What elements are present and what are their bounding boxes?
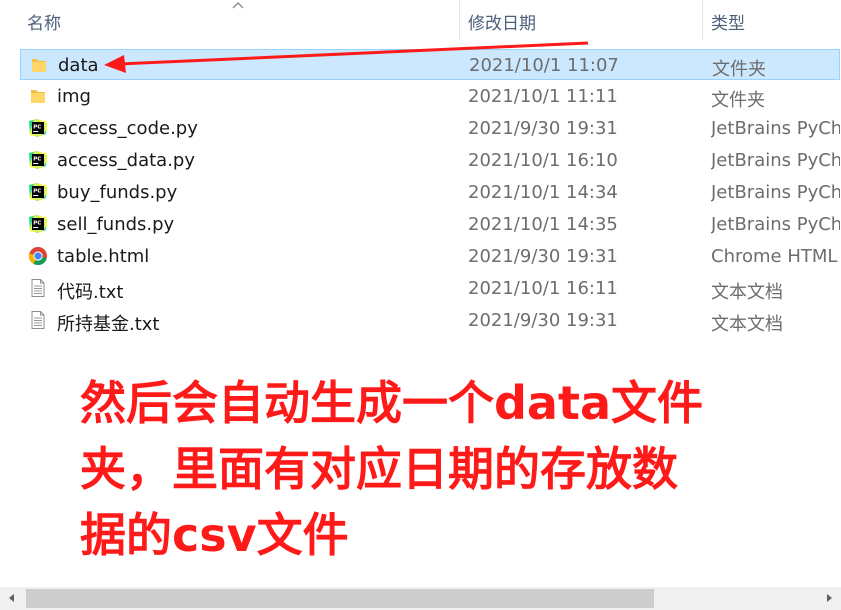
file-row[interactable]: table.html 2021/9/30 19:31 Chrome HTML xyxy=(20,241,840,272)
annotation-text: 然后会自动生成一个data文件 夹，里面有对应日期的存放数 据的csv文件 xyxy=(80,370,730,568)
column-header-name[interactable]: 名称 xyxy=(27,9,61,34)
file-modified-date: 2021/10/1 16:11 xyxy=(468,278,618,299)
file-type: 文本文档 xyxy=(711,314,783,335)
pycharm-icon: PC xyxy=(28,214,48,234)
file-name[interactable]: access_code.py xyxy=(57,118,198,139)
file-row[interactable]: PC access_data.py 2021/10/1 16:10 JetBrains… xyxy=(20,145,840,176)
scroll-right-icon[interactable] xyxy=(823,592,835,604)
file-modified-date: 2021/10/1 14:34 xyxy=(468,182,618,203)
svg-text:PC: PC xyxy=(33,221,41,227)
pycharm-icon: PC xyxy=(28,182,48,202)
file-row[interactable]: PC sell_funds.py 2021/10/1 14:35 JetBrains … xyxy=(20,209,840,240)
file-row[interactable]: data 2021/10/1 11:07 文件夹 xyxy=(20,49,840,80)
file-name[interactable]: data xyxy=(58,55,99,76)
file-type: JetBrains PyCha xyxy=(711,118,840,139)
file-name[interactable]: access_data.py xyxy=(57,150,195,171)
pycharm-icon: PC xyxy=(28,118,48,138)
svg-text:PC: PC xyxy=(33,189,41,195)
file-modified-date: 2021/10/1 11:11 xyxy=(468,86,618,107)
file-row[interactable]: 代码.txt 2021/10/1 16:11 文本文档 xyxy=(20,273,840,304)
file-name[interactable]: img xyxy=(57,86,91,107)
column-divider[interactable] xyxy=(459,0,460,40)
scrollbar-thumb[interactable] xyxy=(26,589,654,608)
file-type: JetBrains PyCha xyxy=(711,150,840,171)
horizontal-scrollbar[interactable] xyxy=(0,587,841,610)
folder-icon xyxy=(28,86,48,106)
file-row[interactable]: 所持基金.txt 2021/9/30 19:31 文本文档 xyxy=(20,305,840,336)
sort-ascending-icon xyxy=(232,2,244,9)
text-file-icon xyxy=(28,310,48,330)
pycharm-icon: PC xyxy=(28,150,48,170)
annotation-line: 据的csv文件 xyxy=(80,508,349,562)
text-file-icon xyxy=(28,278,48,298)
file-name[interactable]: 所持基金.txt xyxy=(57,310,160,336)
column-header-date[interactable]: 修改日期 xyxy=(468,9,536,34)
file-type: 文件夹 xyxy=(712,59,766,80)
file-type: Chrome HTML xyxy=(711,246,838,267)
file-modified-date: 2021/10/1 16:10 xyxy=(468,150,618,171)
file-name[interactable]: buy_funds.py xyxy=(57,182,177,203)
folder-icon xyxy=(29,55,49,75)
column-header-type[interactable]: 类型 xyxy=(711,9,745,34)
svg-text:PC: PC xyxy=(33,125,41,131)
file-modified-date: 2021/10/1 14:35 xyxy=(468,214,618,235)
chrome-icon xyxy=(28,246,48,266)
file-type: 文本文档 xyxy=(711,282,783,303)
file-row[interactable]: img 2021/10/1 11:11 文件夹 xyxy=(20,81,840,112)
file-type: JetBrains PyCha xyxy=(711,182,840,203)
file-type: JetBrains PyCha xyxy=(711,214,840,235)
svg-text:PC: PC xyxy=(33,157,41,163)
file-name[interactable]: sell_funds.py xyxy=(57,214,174,235)
file-name[interactable]: table.html xyxy=(57,246,149,267)
file-name[interactable]: 代码.txt xyxy=(57,278,124,304)
annotation-line: 夹，里面有对应日期的存放数 xyxy=(80,442,678,496)
column-header: 名称 修改日期 类型 xyxy=(0,0,841,42)
column-divider[interactable] xyxy=(702,0,703,40)
scroll-left-icon[interactable] xyxy=(6,592,18,604)
file-modified-date: 2021/9/30 19:31 xyxy=(468,118,618,139)
file-row[interactable]: PC buy_funds.py 2021/10/1 14:34 JetBrains P… xyxy=(20,177,840,208)
file-modified-date: 2021/10/1 11:07 xyxy=(469,55,619,76)
file-type: 文件夹 xyxy=(711,90,765,111)
file-modified-date: 2021/9/30 19:31 xyxy=(468,246,618,267)
file-row[interactable]: PC access_code.py 2021/9/30 19:31 JetBrains… xyxy=(20,113,840,144)
annotation-line: 然后会自动生成一个data文件 xyxy=(80,376,703,430)
file-modified-date: 2021/9/30 19:31 xyxy=(468,310,618,331)
